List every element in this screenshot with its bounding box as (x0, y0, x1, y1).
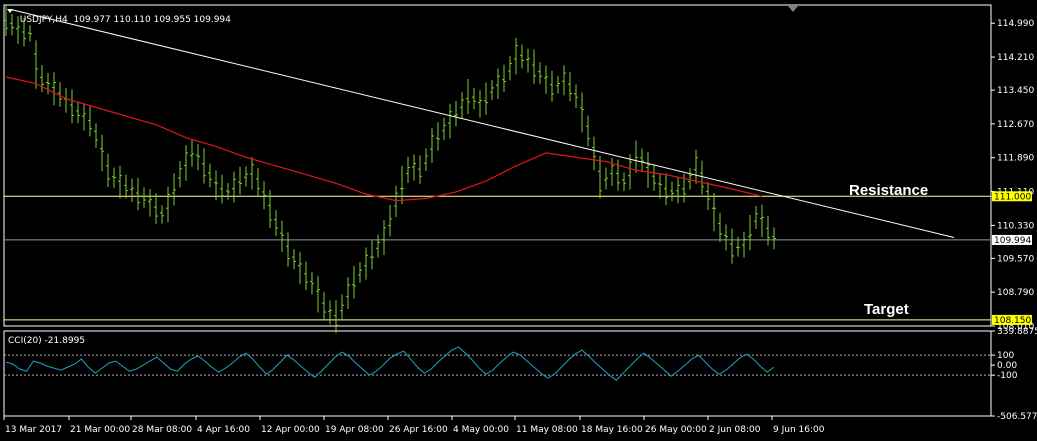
cci-tick-label: 100 (997, 351, 1014, 361)
time-tick-label: 4 Apr 16:00 (197, 425, 250, 435)
price-chart[interactable]: 114.990114.210113.450112.670111.890111.1… (0, 0, 1037, 441)
time-tick-label: 19 Apr 08:00 (325, 425, 384, 435)
time-tick-label: 9 Jun 16:00 (773, 425, 825, 435)
moving-average-line (5, 76, 763, 202)
time-tick-label: 12 Apr 00:00 (261, 425, 320, 435)
time-tick-label: 28 Mar 08:00 (132, 425, 192, 435)
cci-tick-label: 0.00 (997, 361, 1017, 371)
level-price-label: 111.000 (994, 192, 1031, 202)
price-tick-label: 114.210 (997, 53, 1034, 63)
price-tick-label: 113.450 (997, 86, 1034, 96)
cci-label: CCI(20) -21.8995 (8, 336, 85, 346)
price-tick-label: 109.570 (997, 254, 1034, 264)
target-label: Target (864, 301, 909, 318)
time-tick-label: 18 May 16:00 (581, 425, 643, 435)
time-tick-label: 26 May 00:00 (645, 425, 707, 435)
main-frame (3, 4, 992, 327)
current-price-label: 109.994 (994, 236, 1031, 246)
price-tick-label: 112.670 (997, 120, 1034, 130)
indicator-frame (3, 330, 992, 417)
price-tick-label: 108.790 (997, 288, 1034, 298)
price-tick-label: 114.990 (997, 19, 1034, 29)
resistance-label: Resistance (849, 182, 928, 199)
cci-tick-label: -506.5772 (997, 412, 1037, 422)
time-tick-label: 13 Mar 2017 (5, 425, 62, 435)
price-tick-label: 110.330 (997, 221, 1034, 231)
time-tick-label: 4 May 00:00 (453, 425, 509, 435)
shift-marker-icon (788, 6, 798, 12)
price-tick-label: 111.890 (997, 154, 1034, 164)
time-tick-label: 11 May 08:00 (516, 425, 578, 435)
level-price-label: 108.150 (994, 316, 1031, 326)
time-tick-label: 2 Jun 08:00 (709, 425, 761, 435)
time-tick-label: 21 Mar 00:00 (70, 425, 130, 435)
time-tick-label: 26 Apr 16:00 (389, 425, 448, 435)
cci-tick-label: -100 (997, 371, 1018, 381)
cci-tick-label: 339.8875 (997, 327, 1037, 337)
